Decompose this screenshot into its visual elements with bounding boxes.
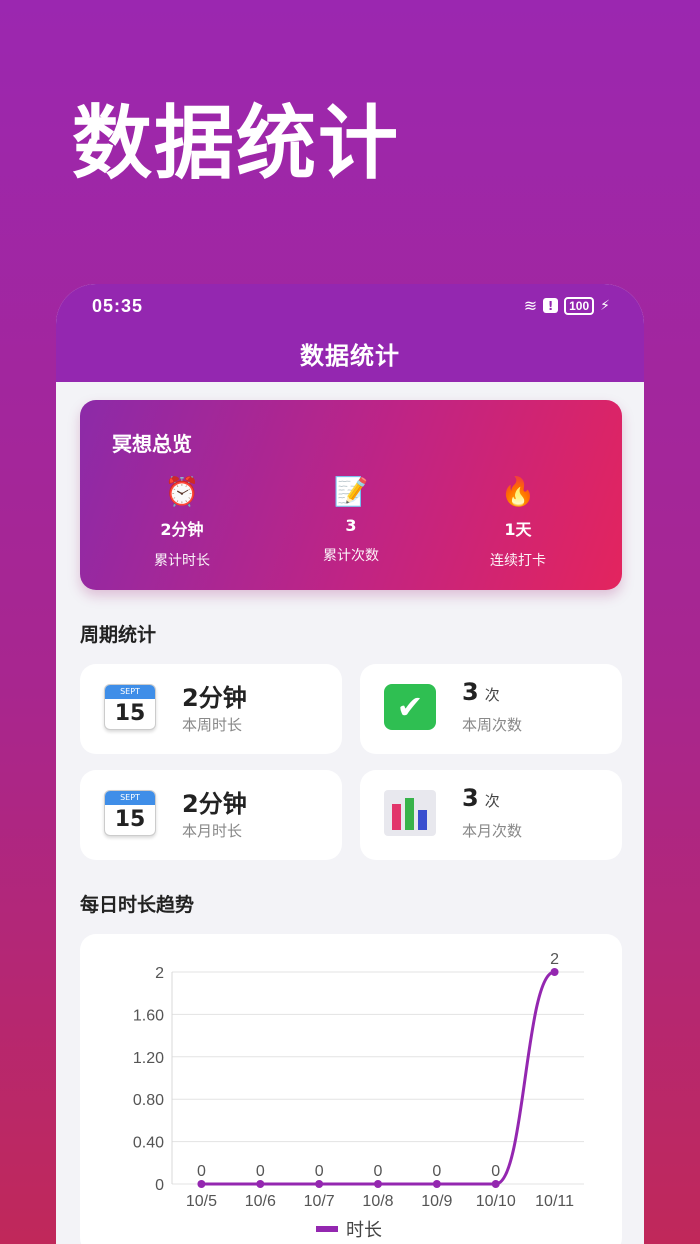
data-point <box>197 1180 206 1188</box>
stat-card-month-duration[interactable]: SEPT 15 2分钟 本月时长 <box>80 770 342 860</box>
alert-icon: ! <box>543 298 559 313</box>
data-point <box>256 1180 265 1188</box>
stat-value: 2分钟 <box>182 684 247 712</box>
overview-value: 1天 <box>504 520 532 539</box>
stat-card-week-count[interactable]: ✔ 3次 本周次数 <box>360 664 622 754</box>
stat-label: 本周次数 <box>462 716 523 734</box>
alarm-clock-icon: ⏰ <box>164 475 200 508</box>
fire-icon: 🔥 <box>500 475 536 508</box>
overview-label: 连续打卡 <box>490 553 546 569</box>
overview-item-streak: 🔥 1天 连续打卡 <box>458 474 578 570</box>
y-tick-label: 0.80 <box>133 1092 164 1109</box>
stat-label: 本月时长 <box>182 822 243 840</box>
x-tick-label: 10/8 <box>362 1193 393 1210</box>
phone-screen: 05:35 ≋ ! 100 ⚡ 数据统计 冥想总览 ⏰ 2分钟 累计时长 📝 3… <box>56 284 644 1244</box>
overview-label: 累计时长 <box>154 553 210 569</box>
y-tick-label: 0.40 <box>133 1135 164 1152</box>
data-point <box>491 1180 500 1188</box>
data-label: 0 <box>256 1163 265 1180</box>
stat-value: 2分钟 <box>182 790 247 818</box>
charging-icon: ⚡ <box>600 297 610 314</box>
app-header: 05:35 ≋ ! 100 ⚡ 数据统计 <box>56 284 644 382</box>
wifi-icon: ≋ <box>523 296 538 315</box>
period-section-title: 周期统计 <box>80 624 157 646</box>
stat-card-week-duration[interactable]: SEPT 15 2分钟 本周时长 <box>80 664 342 754</box>
status-time: 05:35 <box>92 296 144 316</box>
overview-card: 冥想总览 ⏰ 2分钟 累计时长 📝 3 累计次数 🔥 1天 连续打卡 <box>80 400 622 590</box>
overview-label: 累计次数 <box>323 548 379 564</box>
bar-chart-icon <box>384 790 440 840</box>
x-tick-label: 10/10 <box>476 1193 516 1210</box>
y-tick-label: 1.20 <box>133 1050 164 1067</box>
overview-item-count: 📝 3 累计次数 <box>291 474 411 565</box>
memo-icon: 📝 <box>333 475 369 508</box>
series-line <box>201 970 556 1186</box>
data-label: 0 <box>432 1163 441 1180</box>
battery-indicator: 100 <box>564 296 595 315</box>
data-point <box>432 1180 441 1188</box>
stat-label: 本月次数 <box>462 822 523 840</box>
page-title: 数据统计 <box>300 342 400 370</box>
legend-swatch <box>316 1226 338 1232</box>
status-icons: ≋ ! 100 ⚡ <box>524 296 610 315</box>
data-label: 0 <box>491 1163 500 1180</box>
check-icon: ✔ <box>384 684 440 734</box>
calendar-icon: SEPT 15 <box>104 684 160 734</box>
stat-value: 3次 <box>462 784 500 812</box>
data-point <box>374 1180 382 1188</box>
overview-title: 冥想总览 <box>112 432 192 456</box>
overview-value: 2分钟 <box>160 520 204 539</box>
data-point <box>315 1180 324 1188</box>
stat-card-month-count[interactable]: 3次 本月次数 <box>360 770 622 860</box>
stat-value: 3次 <box>462 678 500 706</box>
data-label: 0 <box>374 1163 383 1180</box>
trend-chart-card: 0 0.40 0.80 1.20 1.60 2 10/5 10/6 10/7 10/8 10/9 10… <box>80 934 622 1244</box>
x-tick-label: 10/5 <box>186 1193 217 1210</box>
x-tick-label: 10/7 <box>304 1193 335 1210</box>
calendar-icon: SEPT 15 <box>104 790 160 840</box>
x-tick-label: 10/6 <box>245 1193 276 1210</box>
promo-title: 数据统计 <box>72 97 400 190</box>
legend-label: 时长 <box>346 1220 382 1241</box>
x-tick-label: 10/9 <box>421 1193 452 1210</box>
data-label: 2 <box>550 951 559 968</box>
y-tick-label: 1.60 <box>133 1007 164 1024</box>
y-tick-label: 2 <box>155 965 164 982</box>
data-label: 0 <box>197 1163 206 1180</box>
stat-label: 本周时长 <box>182 716 243 734</box>
overview-item-duration: ⏰ 2分钟 累计时长 <box>122 474 242 570</box>
overview-value: 3 <box>345 516 357 535</box>
trend-section-title: 每日时长趋势 <box>80 894 195 916</box>
data-point <box>550 968 559 976</box>
y-tick-label: 0 <box>155 1177 164 1194</box>
x-tick-label: 10/11 <box>535 1193 574 1210</box>
data-label: 0 <box>315 1163 324 1180</box>
trend-line-chart: 0 0.40 0.80 1.20 1.60 2 10/5 10/6 10/7 10/8 10/9 10… <box>133 951 584 1241</box>
